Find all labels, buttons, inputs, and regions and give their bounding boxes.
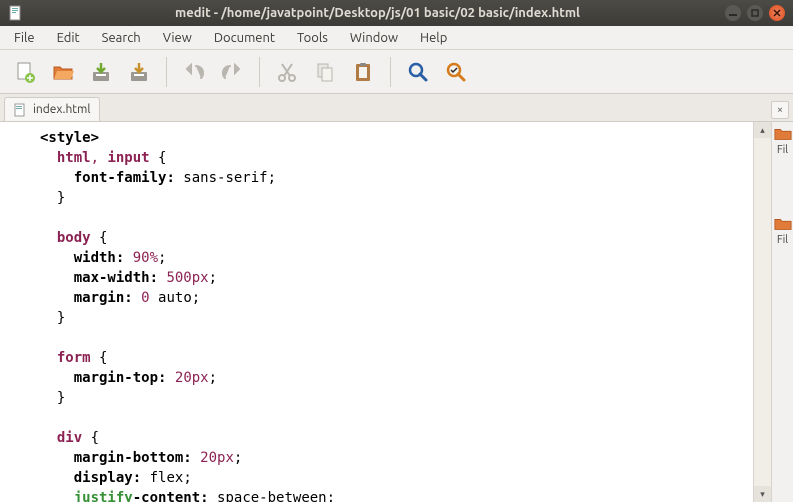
menu-window[interactable]: Window	[340, 29, 408, 47]
menu-edit[interactable]: Edit	[47, 29, 90, 47]
tabbar: index.html ×	[0, 94, 793, 122]
folder-icon	[774, 216, 792, 232]
file-icon	[13, 103, 27, 117]
side-label-2: Fil	[777, 234, 788, 246]
window-controls	[725, 5, 785, 21]
scroll-up-icon[interactable]: ▴	[754, 122, 771, 138]
undo-button[interactable]	[177, 55, 211, 89]
side-browser-2[interactable]: Fil	[774, 216, 792, 246]
folder-icon	[774, 126, 792, 142]
toolbar	[0, 50, 793, 94]
close-button[interactable]	[769, 5, 785, 21]
maximize-button[interactable]	[747, 5, 763, 21]
copy-button[interactable]	[308, 55, 342, 89]
window-title: medit - /home/javatpoint/Desktop/js/01 b…	[30, 6, 725, 20]
save-as-button[interactable]	[122, 55, 156, 89]
toolbar-separator	[166, 57, 167, 87]
tab-active[interactable]: index.html	[4, 97, 100, 121]
menu-file[interactable]: File	[4, 29, 45, 47]
redo-button[interactable]	[215, 55, 249, 89]
menu-view[interactable]: View	[153, 29, 202, 47]
cut-button[interactable]	[270, 55, 304, 89]
minimize-button[interactable]	[725, 5, 741, 21]
menu-search[interactable]: Search	[92, 29, 151, 47]
code-text: <style>	[40, 130, 99, 146]
code-editor[interactable]: <style> html, input { font-family: sans-…	[0, 122, 753, 502]
side-browser-1[interactable]: Fil	[774, 126, 792, 156]
save-button[interactable]	[84, 55, 118, 89]
menu-help[interactable]: Help	[410, 29, 457, 47]
toolbar-separator	[259, 57, 260, 87]
new-file-button[interactable]	[8, 55, 42, 89]
open-file-button[interactable]	[46, 55, 80, 89]
tab-close-button[interactable]: ×	[771, 101, 789, 119]
scroll-down-icon[interactable]: ▾	[754, 486, 771, 502]
side-label-1: Fil	[777, 144, 788, 156]
paste-button[interactable]	[346, 55, 380, 89]
find-replace-button[interactable]	[439, 55, 473, 89]
side-panel: Fil Fil	[771, 122, 793, 502]
workspace: <style> html, input { font-family: sans-…	[0, 122, 793, 502]
menu-tools[interactable]: Tools	[287, 29, 338, 47]
menubar: File Edit Search View Document Tools Win…	[0, 26, 793, 50]
tab-label: index.html	[33, 103, 91, 116]
scrollbar[interactable]: ▴ ▾	[753, 122, 771, 502]
toolbar-separator	[390, 57, 391, 87]
titlebar: medit - /home/javatpoint/Desktop/js/01 b…	[0, 0, 793, 26]
find-button[interactable]	[401, 55, 435, 89]
app-icon	[8, 5, 24, 21]
menu-documents[interactable]: Document	[204, 29, 285, 47]
